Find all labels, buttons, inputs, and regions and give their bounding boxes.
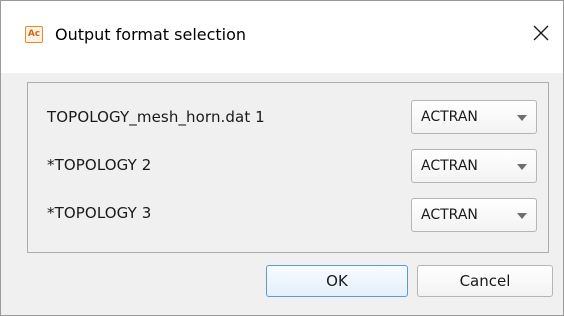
format-dropdown-2[interactable]: ACTRAN xyxy=(411,149,537,183)
dropdown-arrow-icon xyxy=(517,213,527,219)
dialog-window: Ac Output format selection TOPOLOGY_mesh… xyxy=(0,0,564,316)
row-label-3: *TOPOLOGY 3 xyxy=(47,204,152,222)
dialog-title: Output format selection xyxy=(55,25,247,44)
row-label-1: TOPOLOGY_mesh_horn.dat 1 xyxy=(47,108,265,126)
dropdown-arrow-icon xyxy=(517,164,527,170)
app-logo-text: Ac xyxy=(27,29,41,39)
ok-button[interactable]: OK xyxy=(266,265,408,297)
format-dropdown-value: ACTRAN xyxy=(421,158,478,174)
app-logo-icon: Ac xyxy=(25,26,43,43)
format-dropdown-value: ACTRAN xyxy=(421,207,478,223)
row-label-2: *TOPOLOGY 2 xyxy=(47,156,152,174)
format-dropdown-value: ACTRAN xyxy=(421,109,478,125)
dropdown-arrow-icon xyxy=(517,115,527,121)
format-dropdown-1[interactable]: ACTRAN xyxy=(411,100,537,134)
close-icon xyxy=(533,25,549,41)
cancel-button[interactable]: Cancel xyxy=(417,265,553,297)
close-button[interactable] xyxy=(519,11,563,55)
title-bar: Ac Output format selection xyxy=(1,1,563,73)
format-dropdown-3[interactable]: ACTRAN xyxy=(411,198,537,232)
